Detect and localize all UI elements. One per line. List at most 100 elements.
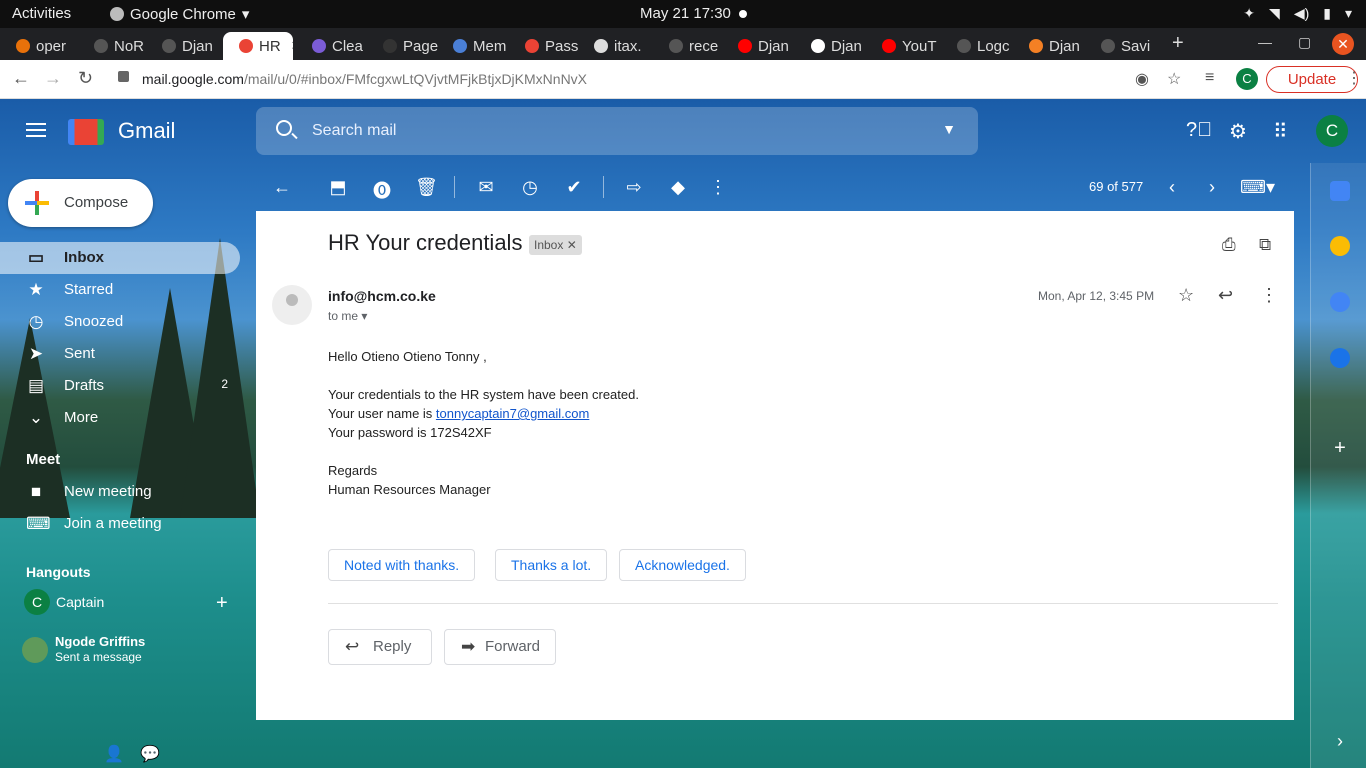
keep-icon[interactable]	[1330, 236, 1350, 256]
star-icon[interactable]: ☆	[1178, 285, 1194, 306]
close-window-button[interactable]: ✕	[1332, 33, 1354, 55]
gmail-logo-icon[interactable]	[68, 119, 104, 145]
reload-icon[interactable]: ↻	[78, 68, 93, 89]
smart-reply-thanks[interactable]: Thanks a lot.	[495, 549, 608, 581]
browser-tab[interactable]: Djan	[146, 32, 218, 60]
browser-tab[interactable]: Savi	[1085, 32, 1157, 60]
browser-tab[interactable]: Clea	[296, 32, 368, 60]
recipient-details[interactable]: to me ▾	[328, 309, 367, 323]
newer-message-icon[interactable]: ‹	[1161, 177, 1183, 198]
account-avatar[interactable]: C	[1316, 115, 1348, 147]
browser-tab[interactable]: Djan	[1013, 32, 1085, 60]
gmail-logo-text[interactable]: Gmail	[118, 118, 175, 144]
mark-unread-icon[interactable]: ✉	[475, 177, 497, 198]
smart-reply-acknowledged[interactable]: Acknowledged.	[619, 549, 746, 581]
snooze-icon[interactable]: ◷	[519, 177, 541, 198]
browser-tab[interactable]: HR ✕	[223, 32, 293, 60]
system-tray[interactable]: ✦ ◥ ◀) ▮ ▾	[1243, 5, 1352, 22]
label-icon[interactable]: ◆	[667, 177, 689, 198]
search-input[interactable]: Search mail	[312, 122, 396, 140]
hangouts-user-avatar[interactable]: C	[24, 589, 50, 615]
browser-tab[interactable]: YouT	[866, 32, 938, 60]
reading-list-icon[interactable]: ≡	[1205, 69, 1214, 87]
browser-menu-icon[interactable]: ⋮	[1346, 68, 1362, 88]
inbox-label-chip[interactable]: Inbox ✕	[529, 235, 582, 255]
remove-label-icon[interactable]: ✕	[567, 238, 577, 252]
sender-email[interactable]: info@hcm.co.ke	[328, 288, 436, 304]
back-to-inbox-icon[interactable]: ←	[271, 177, 293, 198]
move-to-icon[interactable]: ⇨	[623, 177, 645, 198]
browser-tab[interactable]: Mem	[437, 32, 509, 60]
reply-button[interactable]: ↩ Reply	[328, 629, 432, 665]
apps-grid-icon[interactable]: ⠿	[1273, 119, 1288, 144]
hangouts-user-name[interactable]: Captain	[56, 594, 104, 610]
accessibility-icon[interactable]: ✦	[1243, 5, 1255, 22]
message-more-icon[interactable]: ⋮	[1260, 285, 1278, 306]
hangouts-chat-icon[interactable]: 💬	[140, 744, 160, 764]
clock[interactable]: May 21 17:30	[640, 5, 747, 22]
get-addons-icon[interactable]: +	[1330, 438, 1350, 458]
forward-icon[interactable]: →	[44, 68, 62, 89]
settings-gear-icon[interactable]: ⚙	[1229, 119, 1247, 144]
search-bar[interactable]: Search mail ▼	[256, 107, 978, 155]
more-options-icon[interactable]: ⋮	[707, 177, 729, 198]
bookmark-star-icon[interactable]: ☆	[1167, 69, 1181, 89]
sidebar-item-sent[interactable]: ➤ Sent	[0, 338, 240, 370]
help-icon[interactable]: ?⃝	[1186, 119, 1212, 142]
update-button[interactable]: Update	[1266, 66, 1358, 93]
browser-tab[interactable]: NoR	[78, 32, 150, 60]
browser-tab[interactable]: Djan	[795, 32, 867, 60]
browser-tab[interactable]: itax.	[578, 32, 650, 60]
new-tab-button[interactable]: +	[1172, 32, 1184, 55]
search-options-icon[interactable]: ▼	[942, 121, 956, 137]
app-menu[interactable]: Google Chrome ▾	[110, 5, 249, 23]
open-new-window-icon[interactable]: ⧉	[1259, 235, 1271, 255]
eye-off-icon[interactable]: ◉	[1135, 69, 1149, 89]
sidebar-item-new-meeting[interactable]: ■ New meeting	[0, 476, 240, 508]
back-icon[interactable]: ←	[12, 68, 30, 89]
browser-tab[interactable]: rece	[653, 32, 725, 60]
archive-icon[interactable]: ⬒	[327, 177, 349, 198]
reply-icon[interactable]: ↩	[1218, 285, 1233, 306]
lock-icon[interactable]	[118, 71, 129, 82]
browser-tab[interactable]: Pass	[509, 32, 581, 60]
activities-button[interactable]: Activities	[12, 5, 71, 22]
older-message-icon[interactable]: ›	[1201, 177, 1223, 198]
username-link[interactable]: tonnycaptain7@gmail.com	[436, 406, 589, 421]
contacts-person-icon[interactable]: 👤	[104, 744, 124, 764]
add-to-tasks-icon[interactable]: ✔	[563, 177, 585, 198]
minimize-icon[interactable]: —	[1258, 34, 1272, 50]
forward-button[interactable]: ➡ Forward	[444, 629, 556, 665]
smart-reply-noted[interactable]: Noted with thanks.	[328, 549, 476, 581]
tasks-icon[interactable]	[1330, 292, 1350, 312]
sidebar-item-join-meeting[interactable]: ⌨ Join a meeting	[0, 508, 240, 540]
contact-name[interactable]: Ngode Griffins	[55, 634, 145, 649]
sidebar-item-starred[interactable]: ★ Starred	[0, 274, 240, 306]
contact-avatar[interactable]	[22, 637, 48, 663]
close-tab-icon[interactable]: ✕	[291, 38, 293, 54]
compose-button[interactable]: Compose	[8, 179, 153, 227]
main-menu-icon[interactable]	[26, 123, 46, 137]
browser-profile-avatar[interactable]: C	[1236, 68, 1258, 90]
power-menu-icon[interactable]: ▾	[1345, 5, 1352, 22]
maximize-icon[interactable]: ▢	[1298, 34, 1311, 51]
browser-tab[interactable]: oper	[0, 32, 72, 60]
search-icon[interactable]	[276, 120, 292, 136]
contacts-icon[interactable]	[1330, 348, 1350, 368]
input-tools-icon[interactable]: ⌨▾	[1240, 177, 1275, 198]
print-icon[interactable]: ⎙	[1222, 235, 1236, 255]
browser-tab[interactable]: Djan	[722, 32, 794, 60]
report-spam-icon[interactable]: ⓿	[371, 177, 393, 203]
address-bar[interactable]: mail.google.com/mail/u/0/#inbox/FMfcgxwL…	[142, 71, 587, 87]
sidebar-item-more[interactable]: ⌄ More	[0, 402, 240, 434]
sidebar-item-inbox[interactable]: ▭ Inbox	[0, 242, 240, 274]
sidebar-item-drafts[interactable]: ▤ Drafts 2	[0, 370, 240, 402]
browser-tab[interactable]: Logc	[941, 32, 1013, 60]
new-conversation-icon[interactable]: +	[216, 592, 228, 615]
delete-icon[interactable]: 🗑	[415, 177, 438, 198]
details-caret-icon[interactable]: ▾	[361, 309, 367, 323]
sidebar-item-snoozed[interactable]: ◷ Snoozed	[0, 306, 240, 338]
browser-tab[interactable]: Page	[367, 32, 439, 60]
expand-panel-icon[interactable]: ›	[1330, 731, 1350, 751]
calendar-icon[interactable]	[1330, 181, 1350, 201]
